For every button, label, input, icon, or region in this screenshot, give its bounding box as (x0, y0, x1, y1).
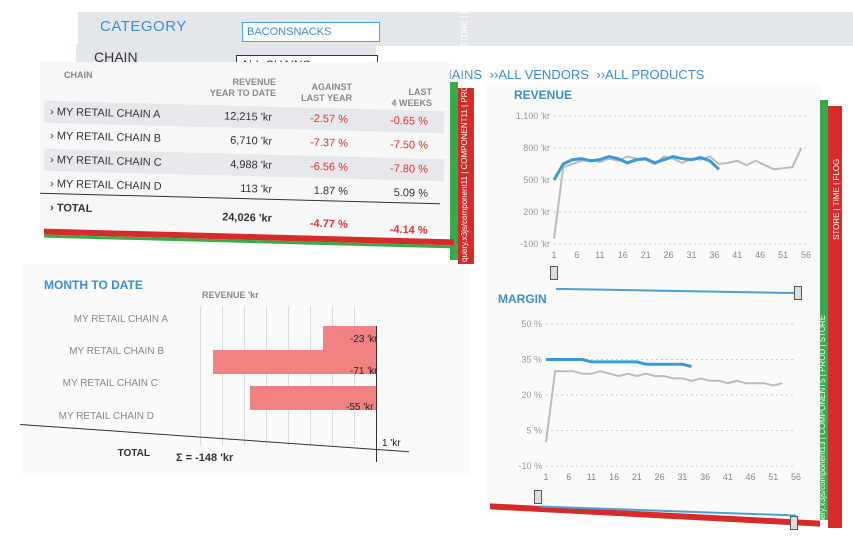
mtd-row-label: MY RETAIL CHAIN A (73, 314, 168, 325)
x-tick-label: 36 (709, 250, 719, 260)
margin-slider-handle-right[interactable] (790, 516, 798, 530)
x-tick-label: 6 (574, 250, 579, 260)
mtd-bar-label: -71 'kr (350, 366, 378, 377)
revenue-chart: 1,100 'kr800 'kr500 'kr200 'kr-100 'kr1 6… (516, 111, 811, 260)
x-tick-label: 26 (655, 472, 665, 482)
x-tick-label: 16 (609, 472, 619, 482)
x-tick-label: 56 (791, 472, 801, 482)
header-last4: LAST 4 WEEKS (391, 87, 432, 108)
table-side-strip-green (450, 82, 458, 260)
x-tick-label: 51 (778, 250, 788, 260)
x-tick-label: 1 (551, 250, 556, 260)
x-tick-label: 46 (746, 472, 756, 482)
mtd-bar-label: -23 'kr (350, 334, 378, 345)
header-revenue: REVENUE YEAR TO DATE (209, 77, 276, 98)
x-tick-label: 1 (543, 472, 548, 482)
margin-chart: 50 %35 %20 %5 %-10 %1 6 11 16 21 26 31 36 41 46 51… (518, 319, 801, 482)
margin-slider-handle-left[interactable] (534, 490, 542, 504)
x-tick-label: 31 (677, 472, 687, 482)
mtd-row-label: MY RETAIL CHAIN C (62, 378, 158, 389)
header-chain: CHAIN (64, 70, 93, 80)
revenue-slider-handle-right[interactable] (794, 286, 802, 300)
x-tick-label: 16 (618, 250, 628, 260)
x-tick-label: 21 (641, 250, 651, 260)
x-tick-label: 51 (768, 472, 778, 482)
mtd-bar-label: -55 'kr (346, 402, 374, 413)
y-tick-label: 5 % (526, 426, 542, 436)
link-all-products[interactable]: ››ALL PRODUCTS (597, 67, 705, 82)
x-tick-label: 21 (632, 472, 642, 482)
mtd-title: MONTH TO DATE (44, 278, 143, 292)
mtd-row-label: MY RETAIL CHAIN B (69, 346, 164, 357)
mtd-zero-axis (376, 326, 377, 462)
category-input[interactable]: BACONSNACKS (242, 22, 380, 42)
x-tick-label: 31 (686, 250, 696, 260)
x-tick-label: 11 (587, 472, 596, 482)
x-tick-label: 11 (595, 250, 604, 260)
link-all-vendors[interactable]: ››ALL VENDORS (490, 67, 589, 82)
mtd-total-value: Σ = -148 'kr (176, 452, 234, 464)
y-tick-label: 1,100 'kr (516, 111, 550, 121)
x-tick-label: 56 (801, 250, 811, 260)
mtd-bar-label: 1 'kr (382, 438, 401, 449)
revenue-side-labels: STORE | TIME | FLOG (832, 158, 841, 240)
series-line (545, 370, 783, 443)
y-tick-label: -10 % (518, 461, 542, 471)
series-line (552, 154, 720, 181)
revenue-title: REVENUE (514, 88, 573, 102)
revenue-slider-handle-left[interactable] (550, 266, 558, 280)
mtd-subtitle: REVENUE 'kr (202, 290, 259, 300)
x-tick-label: 26 (664, 250, 674, 260)
category-label: CATEGORY (100, 18, 187, 35)
mtd-row-label: MY RETAIL CHAIN D (58, 411, 154, 422)
x-tick-label: 41 (732, 250, 742, 260)
y-tick-label: 800 'kr (523, 143, 550, 153)
y-tick-label: 35 % (521, 355, 542, 365)
header-against: AGAINST LAST YEAR (301, 82, 352, 103)
y-tick-label: 200 'kr (523, 207, 550, 217)
table-side-labels: query.x3js/component11 | COMPONENT11 | P… (460, 0, 469, 262)
y-tick-label: -100 'kr (520, 239, 550, 249)
margin-side-labels: query.x3js/component13 | COMPONENT5 | PR… (818, 314, 827, 528)
x-tick-label: 6 (566, 472, 571, 482)
y-tick-label: 50 % (521, 319, 542, 329)
x-tick-label: 36 (700, 472, 710, 482)
y-tick-label: 20 % (521, 390, 542, 400)
x-tick-label: 41 (723, 472, 733, 482)
series-line (546, 358, 692, 369)
margin-title: MARGIN (498, 292, 547, 306)
mtd-total-label: TOTAL (117, 448, 150, 459)
y-tick-label: 500 'kr (523, 175, 550, 185)
x-tick-label: 46 (755, 250, 765, 260)
